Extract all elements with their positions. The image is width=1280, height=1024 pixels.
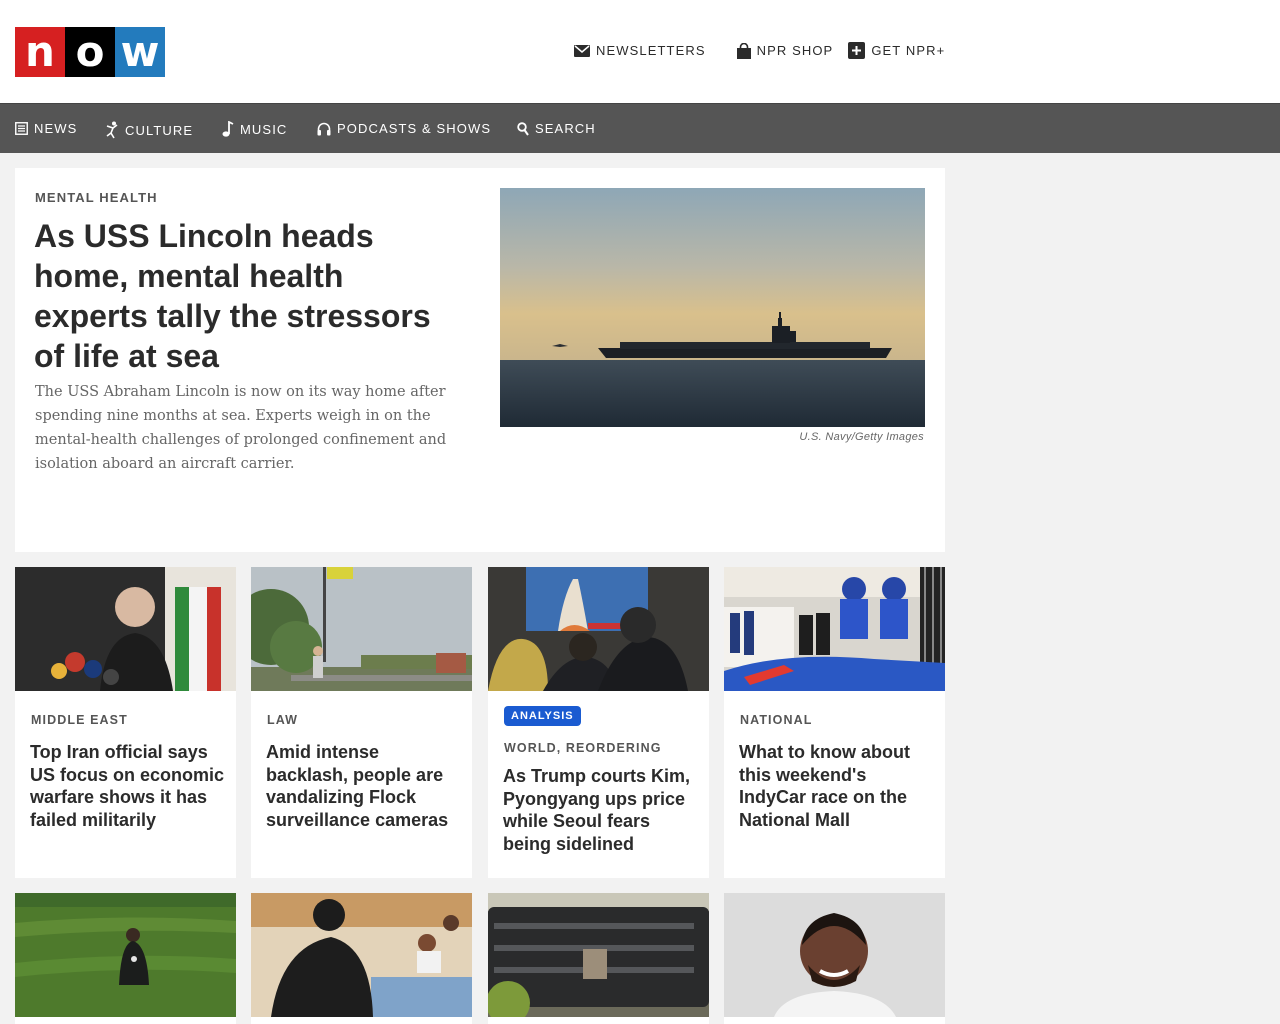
nav-culture-label: CULTURE	[125, 122, 194, 138]
nav-music[interactable]: MUSIC	[222, 121, 287, 137]
card-title[interactable]: Top Iran official says US focus on econo…	[30, 741, 225, 831]
story-image-soybean-field[interactable]	[15, 893, 236, 1017]
story-card[interactable]: NATIONAL What to know about this weekend…	[724, 567, 945, 878]
nav-news[interactable]: NEWS	[15, 121, 77, 136]
utility-links: NEWSLETTERS NPR SHOP GET NPR+	[574, 42, 945, 59]
plus-square-icon	[848, 42, 866, 59]
nav-search[interactable]: SEARCH	[517, 121, 596, 136]
logo-letter-n: n	[15, 27, 65, 77]
story-image-indycar-event[interactable]	[724, 567, 945, 691]
npr-shop-label: NPR SHOP	[756, 43, 834, 58]
featured-title[interactable]: As USS Lincoln heads home, mental health…	[34, 216, 464, 376]
nav-search-label: SEARCH	[535, 121, 596, 136]
get-npr-plus-label: GET NPR+	[871, 43, 946, 58]
envelope-icon	[574, 44, 590, 57]
logo-letter-o: o	[65, 27, 115, 77]
featured-story[interactable]: MENTAL HEALTH As USS Lincoln heads home,…	[15, 168, 945, 552]
npr-shop-link[interactable]: NPR SHOP	[736, 42, 834, 59]
story-card[interactable]	[15, 893, 236, 1024]
headphones-icon	[317, 122, 331, 135]
newsletters-link[interactable]: NEWSLETTERS	[574, 43, 706, 58]
featured-image-aircraft-carrier[interactable]	[500, 188, 925, 427]
card-slug[interactable]: LAW	[267, 713, 298, 727]
story-card[interactable]: ANALYSIS WORLD, REORDERING As Trump cour…	[488, 567, 709, 878]
nav-podcasts-shows[interactable]: PODCASTS & SHOWS	[317, 121, 491, 136]
story-image-korea-tv-missile[interactable]	[488, 567, 709, 691]
story-card[interactable]: MIDDLE EAST Top Iran official says US fo…	[15, 567, 236, 878]
featured-slug[interactable]: MENTAL HEALTH	[35, 190, 158, 205]
get-npr-plus-link[interactable]: GET NPR+	[848, 42, 945, 59]
card-slug[interactable]: WORLD, REORDERING	[504, 741, 662, 755]
newspaper-icon	[15, 122, 28, 135]
analysis-badge: ANALYSIS	[504, 706, 581, 726]
main-nav: NEWS CULTURE MUSIC PODCASTS & SHOWS SEAR…	[0, 103, 1280, 153]
featured-image-credit: U.S. Navy/Getty Images	[799, 431, 924, 443]
featured-teaser[interactable]: The USS Abraham Lincoln is now on its wa…	[35, 380, 465, 476]
story-card[interactable]	[488, 893, 709, 1024]
site-header: n o w NEWSLETTERS NPR SHOP GET NPR+	[0, 0, 1280, 103]
card-slug[interactable]: MIDDLE EAST	[31, 713, 128, 727]
story-card[interactable]	[724, 893, 945, 1024]
music-note-icon	[222, 121, 234, 137]
logo-letter-w: w	[115, 27, 165, 77]
card-title[interactable]: What to know about this weekend's IndyCa…	[739, 741, 934, 831]
newsletters-label: NEWSLETTERS	[596, 43, 706, 58]
nav-news-label: NEWS	[34, 121, 78, 136]
story-image-livestock-trailer[interactable]	[488, 893, 709, 1017]
nav-podcasts-shows-label: PODCASTS & SHOWS	[337, 121, 492, 136]
card-title[interactable]: Amid intense backlash, people are vandal…	[266, 741, 461, 831]
nav-culture[interactable]: CULTURE	[105, 121, 193, 139]
search-icon	[517, 121, 529, 136]
story-card[interactable]: LAW Amid intense backlash, people are va…	[251, 567, 472, 878]
story-card[interactable]	[251, 893, 472, 1024]
story-image-portrait[interactable]	[724, 893, 945, 1017]
shopping-bag-icon	[736, 42, 751, 59]
dancer-icon	[106, 121, 118, 139]
nav-music-label: MUSIC	[240, 121, 288, 137]
card-title[interactable]: As Trump courts Kim, Pyongyang ups price…	[503, 765, 698, 855]
story-image-iran-official[interactable]	[15, 567, 236, 691]
npr-logo[interactable]: n o w	[15, 27, 165, 77]
story-image-flock-camera[interactable]	[251, 567, 472, 691]
story-image-classroom[interactable]	[251, 893, 472, 1017]
card-slug[interactable]: NATIONAL	[740, 713, 812, 727]
